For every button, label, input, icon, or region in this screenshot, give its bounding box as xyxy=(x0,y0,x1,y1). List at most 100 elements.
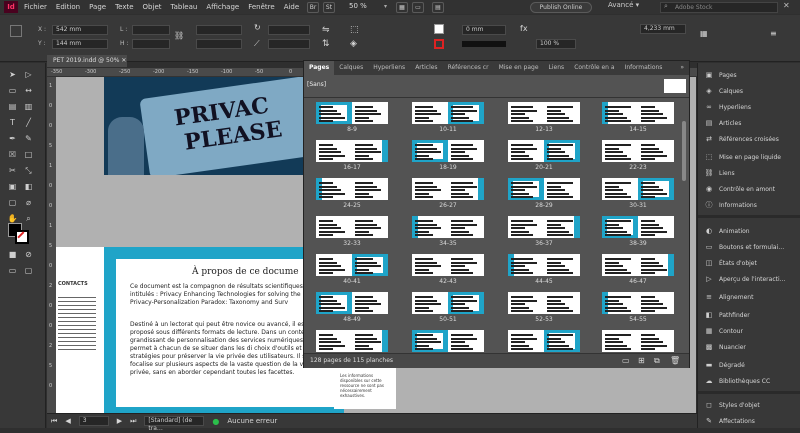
rotate-field[interactable] xyxy=(268,25,310,35)
dock-item[interactable]: ⬚ Mise en page liquide xyxy=(698,149,800,165)
dock-item[interactable]: ▦ Contour xyxy=(698,323,800,339)
scissors-tool-icon[interactable]: ✂ xyxy=(6,165,19,177)
page-thumbnail[interactable] xyxy=(316,292,352,314)
page-number-field[interactable]: 3 xyxy=(78,416,109,426)
spread-thumbnail[interactable] xyxy=(508,178,580,200)
h-field[interactable] xyxy=(132,39,170,49)
spread-thumbnail[interactable] xyxy=(508,140,580,162)
spread-thumbnail[interactable] xyxy=(412,254,484,276)
close-icon[interactable]: ✕ xyxy=(783,1,790,10)
panel-collapse-icon[interactable]: » xyxy=(675,61,689,75)
page-thumbnail[interactable] xyxy=(602,254,638,276)
master-thumbnail[interactable] xyxy=(664,79,686,93)
page-thumbnail[interactable] xyxy=(508,254,544,276)
page-thumbnail[interactable] xyxy=(316,140,352,162)
page-thumbnail[interactable] xyxy=(602,330,638,352)
document-tab[interactable]: PET 2019.indd @ 50% ✕ xyxy=(47,55,127,67)
scale-y-field[interactable] xyxy=(196,39,242,49)
menu-aide[interactable]: Aide xyxy=(284,3,299,11)
tab-mise-en-page[interactable]: Mise en page xyxy=(494,61,544,75)
dock-item[interactable]: ✎ Affectations xyxy=(698,413,800,429)
flip-horizontal-icon[interactable]: ⇋ xyxy=(322,25,330,35)
page-thumbnail[interactable] xyxy=(638,254,674,276)
gap-tool-icon[interactable]: ↔ xyxy=(22,85,35,97)
menu-texte[interactable]: Texte xyxy=(115,3,133,11)
page-thumbnail[interactable] xyxy=(602,292,638,314)
spread-thumbnail[interactable] xyxy=(602,102,674,124)
adobe-stock-search[interactable]: Adobe Stock xyxy=(660,2,778,13)
page-thumbnail[interactable] xyxy=(602,216,638,238)
workspace-switcher[interactable]: Avancé ▾ xyxy=(608,1,639,9)
type-tool-icon[interactable]: T xyxy=(6,117,19,129)
page-thumbnail[interactable] xyxy=(412,254,448,276)
w-field[interactable] xyxy=(132,25,170,35)
page-thumbnail[interactable] xyxy=(638,216,674,238)
menu-page[interactable]: Page xyxy=(89,3,106,11)
gradient-feather-tool-icon[interactable]: ◧ xyxy=(22,181,35,193)
page-thumbnail[interactable] xyxy=(544,178,580,200)
next-page-icon[interactable]: ▶ xyxy=(117,417,122,425)
view-options-icon[interactable]: ▦ xyxy=(396,2,408,13)
dock-item[interactable]: ▬ Dégradé xyxy=(698,357,800,373)
tab-hyperliens[interactable]: Hyperliens xyxy=(368,61,410,75)
content-collector-icon[interactable]: ▤ xyxy=(6,101,19,113)
spread-thumbnail[interactable] xyxy=(602,140,674,162)
preview-mode-icon[interactable]: ▢ xyxy=(22,265,35,277)
spread-thumbnail[interactable] xyxy=(316,140,388,162)
page-thumbnail[interactable] xyxy=(602,140,638,162)
scale-x-field[interactable] xyxy=(196,25,242,35)
normal-mode-icon[interactable]: ▭ xyxy=(6,265,19,277)
dock-item[interactable]: ◈ Calques xyxy=(698,83,800,99)
zoom-tool-icon[interactable]: ⌕ xyxy=(22,213,35,225)
tab-articles[interactable]: Articles xyxy=(410,61,442,75)
pencil-tool-icon[interactable]: ✎ xyxy=(22,133,35,145)
spread-thumbnail[interactable] xyxy=(508,216,580,238)
dock-item[interactable]: ◐ Animation xyxy=(698,223,800,239)
dock-item[interactable]: ⇄ Références croisées xyxy=(698,131,800,147)
direct-selection-tool-icon[interactable]: ▷ xyxy=(22,69,35,81)
dock-item[interactable]: ▭ Boutons et formulai… xyxy=(698,239,800,255)
y-field[interactable]: 144 mm xyxy=(52,39,108,49)
page-thumbnail[interactable] xyxy=(448,292,484,314)
tab-informations[interactable]: Informations xyxy=(620,61,668,75)
reference-point-icon[interactable] xyxy=(10,25,22,37)
vertical-ruler[interactable]: 1005100150200250 xyxy=(47,77,56,417)
dock-item[interactable]: ▣ Pages xyxy=(698,67,800,83)
contacts-page[interactable]: CONTACTS xyxy=(56,247,104,413)
dock-item[interactable]: ⓘ Informations xyxy=(698,197,800,213)
rotate-icon[interactable]: ↻ xyxy=(254,23,261,32)
select-container-icon[interactable]: ⬚ xyxy=(350,25,359,35)
page-thumbnail[interactable] xyxy=(352,178,388,200)
page-thumbnail[interactable] xyxy=(412,102,448,124)
opacity-field[interactable]: 100 % xyxy=(536,39,576,49)
spread-thumbnail[interactable] xyxy=(508,254,580,276)
rectangle-frame-tool-icon[interactable]: ☒ xyxy=(6,149,19,161)
last-page-icon[interactable]: ⏭ xyxy=(130,417,136,426)
page-thumbnail[interactable] xyxy=(544,140,580,162)
page-thumbnail[interactable] xyxy=(638,178,674,200)
flip-vertical-icon[interactable]: ⇅ xyxy=(322,39,330,49)
master-selector[interactable]: [Standard] (de tra… xyxy=(144,416,205,432)
panel-scrollbar[interactable] xyxy=(682,121,686,181)
page-thumbnail[interactable] xyxy=(544,292,580,314)
prev-page-icon[interactable]: ◀ xyxy=(65,417,70,425)
new-page-icon[interactable]: ⊞ xyxy=(638,356,645,365)
spread-thumbnail[interactable] xyxy=(508,330,580,352)
gradient-tool-icon[interactable]: ▣ xyxy=(6,181,19,193)
note-tool-icon[interactable]: ▢ xyxy=(6,197,19,209)
page-thumbnail[interactable] xyxy=(448,216,484,238)
page-thumbnail[interactable] xyxy=(352,140,388,162)
page-thumbnail[interactable] xyxy=(316,330,352,352)
spread-thumbnail[interactable] xyxy=(508,102,580,124)
dock-item[interactable]: ▩ Nuancier xyxy=(698,339,800,355)
dock-item[interactable]: ▷ Aperçu de l'interacti… xyxy=(698,271,800,287)
publish-online-button[interactable]: Publish Online xyxy=(530,2,592,13)
apply-color-icon[interactable]: ■ xyxy=(6,249,19,261)
page-thumbnail[interactable] xyxy=(638,140,674,162)
page-thumbnail[interactable] xyxy=(316,216,352,238)
side-note-frame[interactable]: Les informations disponibles sur cette r… xyxy=(334,369,396,409)
page-thumbnail[interactable] xyxy=(316,102,352,124)
spread-thumbnail[interactable] xyxy=(316,292,388,314)
page-thumbnail[interactable] xyxy=(508,216,544,238)
panel-menu-icon[interactable]: ≡ xyxy=(770,29,777,38)
